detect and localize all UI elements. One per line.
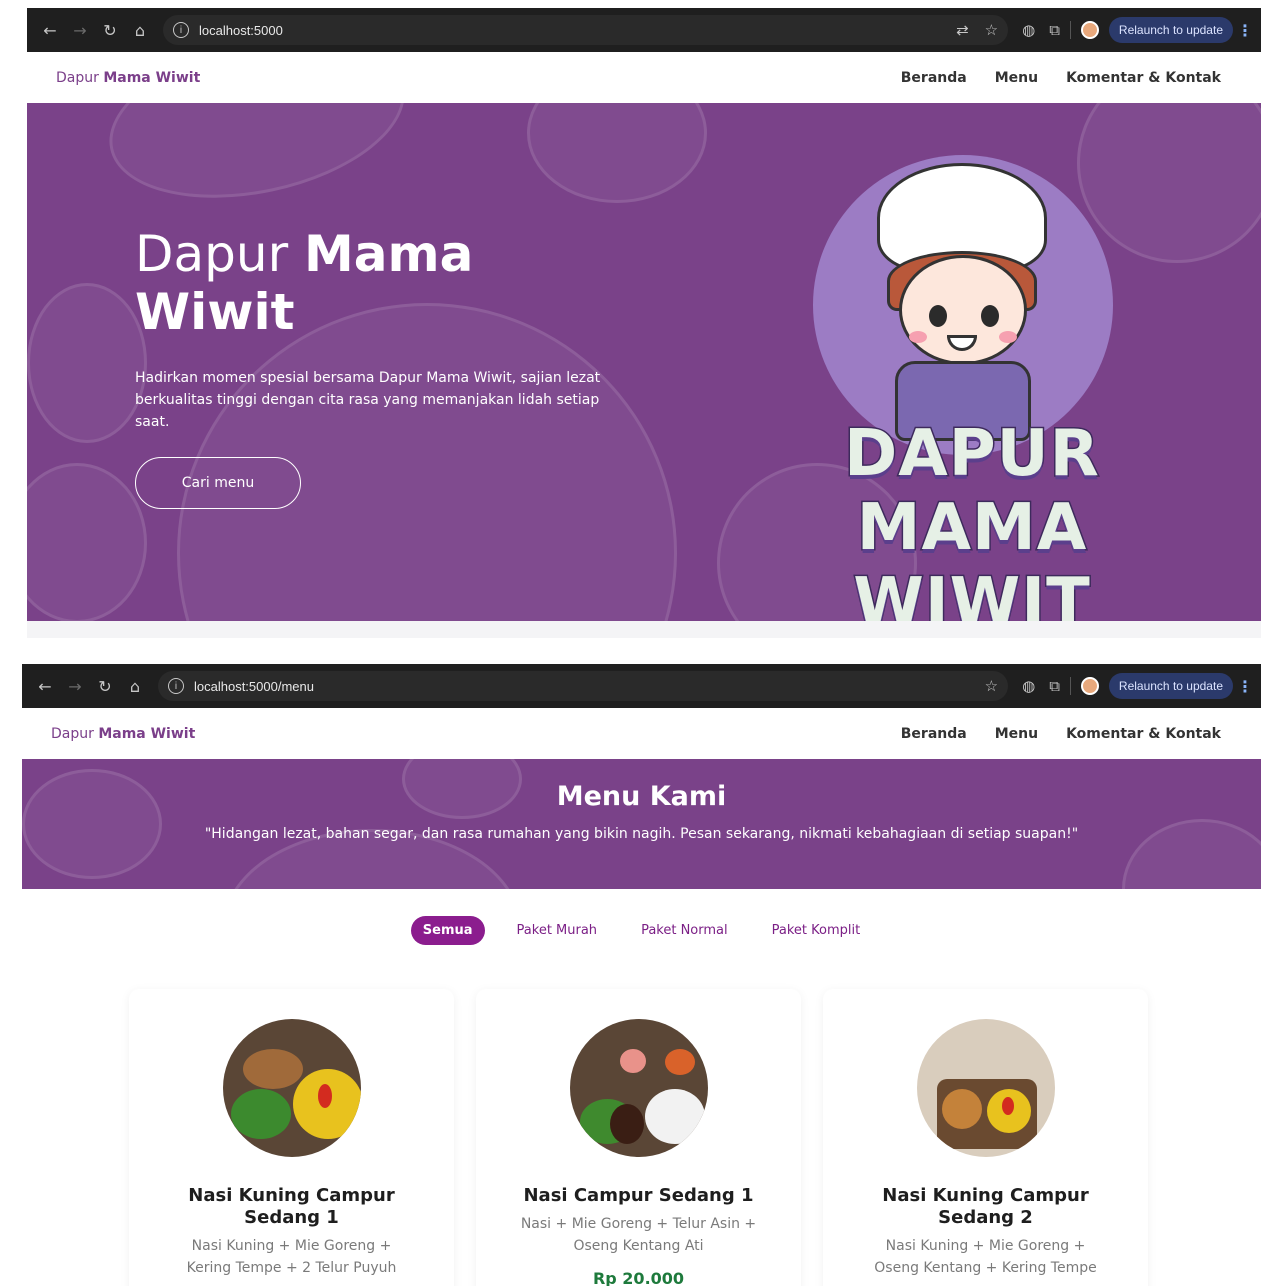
- profile-avatar[interactable]: [1080, 677, 1099, 695]
- bookmark-star-icon[interactable]: ☆: [985, 21, 998, 39]
- menu-item-photo: [222, 1019, 361, 1157]
- menu-item-name: Nasi Kuning Campur Sedang 1: [188, 1185, 395, 1228]
- home-icon[interactable]: ⌂: [125, 15, 155, 45]
- nav-link-kontak[interactable]: Komentar & Kontak: [1066, 70, 1221, 86]
- menu-kebab-icon[interactable]: ⋮: [1237, 677, 1253, 696]
- cari-menu-button[interactable]: Cari menu: [135, 457, 301, 509]
- nav-link-menu[interactable]: Menu: [995, 70, 1038, 86]
- menu-tagline: "Hidangan lezat, bahan segar, dan rasa r…: [204, 826, 1079, 842]
- menu-item-photo: [569, 1019, 708, 1157]
- menu-title: Menu Kami: [556, 781, 727, 812]
- url-text: localhost:5000/menu: [194, 678, 314, 694]
- menu-item-description: Nasi + Mie Goreng + Telur Asin + Oseng K…: [520, 1216, 757, 1254]
- brand-logo-text[interactable]: Dapur Mama Wiwit: [56, 70, 200, 86]
- nav-links: Beranda Menu Komentar & Kontak: [901, 726, 1221, 742]
- bg-food-doodle: [27, 463, 147, 621]
- menu-item-description: Nasi Kuning + Mie Goreng + Kering Tempe …: [186, 1238, 397, 1276]
- brand-bold: Mama Wiwit: [103, 69, 201, 86]
- globe-icon[interactable]: ◍: [1022, 21, 1035, 39]
- address-bar[interactable]: i localhost:5000 ⇄ ☆: [163, 15, 1009, 45]
- menu-card-grid: Nasi Kuning Campur Sedang 1 Nasi Kuning …: [129, 989, 1261, 1286]
- menu-screenshot: ← → ↻ ⌂ i localhost:5000/menu ☆ ◍ ⧉ Rela…: [22, 664, 1261, 1286]
- brand-prefix: Dapur: [56, 69, 99, 86]
- profile-avatar[interactable]: [1080, 21, 1099, 39]
- back-icon[interactable]: ←: [35, 15, 65, 45]
- category-filters: Semua Paket Murah Paket Normal Paket Kom…: [22, 916, 1261, 945]
- hero-section: Dapur Mama Wiwit Hadirkan momen spesial …: [27, 103, 1261, 621]
- bg-food-doodle: [527, 103, 707, 203]
- site-info-icon[interactable]: i: [168, 678, 184, 694]
- nav-link-beranda[interactable]: Beranda: [901, 70, 967, 86]
- nav-link-menu[interactable]: Menu: [995, 726, 1038, 742]
- brand-prefix: Dapur: [51, 725, 94, 742]
- extensions-icon[interactable]: ⧉: [1049, 677, 1060, 695]
- site-navbar: Dapur Mama Wiwit Beranda Menu Komentar &…: [27, 52, 1261, 103]
- hero-title-bold-1: Mama: [304, 225, 474, 283]
- menu-card[interactable]: Nasi Kuning Campur Sedang 2 Nasi Kuning …: [823, 989, 1148, 1286]
- menu-item-photo: [916, 1019, 1055, 1157]
- menu-card[interactable]: Nasi Kuning Campur Sedang 1 Nasi Kuning …: [129, 989, 454, 1286]
- menu-item-name: Nasi Kuning Campur Sedang 2: [882, 1185, 1089, 1228]
- site-info-icon[interactable]: i: [173, 22, 189, 38]
- toolbar-divider: [1069, 21, 1071, 39]
- hero-text: Dapur Mama Wiwit Hadirkan momen spesial …: [135, 225, 625, 509]
- chef-blush: [909, 331, 927, 343]
- menu-item-description: Nasi Kuning + Mie Goreng + Oseng Kentang…: [874, 1238, 1097, 1276]
- hero-description: Hadirkan momen spesial bersama Dapur Mam…: [135, 370, 601, 430]
- bg-food-doodle: [94, 103, 420, 223]
- forward-icon[interactable]: →: [60, 671, 90, 701]
- hero-title: Dapur Mama Wiwit: [135, 225, 625, 341]
- chef-eye: [981, 305, 999, 327]
- reload-icon[interactable]: ↻: [90, 671, 120, 701]
- bg-food-doodle: [27, 283, 147, 443]
- logo-text-line1: DAPUR: [843, 416, 1101, 493]
- home-screenshot: ← → ↻ ⌂ i localhost:5000 ⇄ ☆ ◍ ⧉ Relaunc…: [27, 8, 1261, 638]
- forward-icon[interactable]: →: [65, 15, 95, 45]
- menu-item-price: Rp 20.000: [592, 1269, 685, 1286]
- nav-link-beranda[interactable]: Beranda: [901, 726, 967, 742]
- url-text: localhost:5000: [199, 22, 283, 38]
- filter-paket-komplit[interactable]: Paket Komplit: [760, 916, 873, 945]
- chef-eye: [929, 305, 947, 327]
- bookmark-star-icon[interactable]: ☆: [985, 677, 998, 695]
- logo-text-line2: MAMA WIWIT: [852, 490, 1091, 622]
- browser-toolbar: ← → ↻ ⌂ i localhost:5000 ⇄ ☆ ◍ ⧉ Relaunc…: [27, 8, 1261, 52]
- back-icon[interactable]: ←: [30, 671, 60, 701]
- section-divider: [27, 621, 1261, 638]
- hero-title-bold-2: Wiwit: [135, 283, 295, 341]
- site-navbar: Dapur Mama Wiwit Beranda Menu Komentar &…: [22, 708, 1261, 759]
- filter-semua[interactable]: Semua: [410, 916, 485, 945]
- brand-bold: Mama Wiwit: [98, 725, 196, 742]
- browser-toolbar: ← → ↻ ⌂ i localhost:5000/menu ☆ ◍ ⧉ Rela…: [22, 664, 1261, 708]
- filter-paket-normal[interactable]: Paket Normal: [629, 916, 740, 945]
- nav-link-kontak[interactable]: Komentar & Kontak: [1066, 726, 1221, 742]
- hero-title-regular: Dapur: [135, 225, 289, 283]
- home-icon[interactable]: ⌂: [120, 671, 150, 701]
- menu-card[interactable]: Nasi Campur Sedang 1 Nasi + Mie Goreng +…: [476, 989, 801, 1286]
- menu-item-name: Nasi Campur Sedang 1: [523, 1185, 754, 1206]
- menu-header: Menu Kami "Hidangan lezat, bahan segar, …: [22, 759, 1261, 889]
- chef-blush: [999, 331, 1017, 343]
- relaunch-button[interactable]: Relaunch to update: [1108, 673, 1233, 699]
- brand-logo-text[interactable]: Dapur Mama Wiwit: [51, 726, 195, 742]
- toolbar-divider: [1069, 677, 1071, 695]
- reload-icon[interactable]: ↻: [95, 15, 125, 45]
- dapur-mama-wiwit-logo: DAPUR MAMA WIWIT: [787, 155, 1157, 621]
- menu-kebab-icon[interactable]: ⋮: [1237, 21, 1253, 40]
- nav-links: Beranda Menu Komentar & Kontak: [901, 70, 1221, 86]
- extensions-icon[interactable]: ⧉: [1049, 21, 1060, 39]
- relaunch-button[interactable]: Relaunch to update: [1108, 17, 1233, 43]
- globe-icon[interactable]: ◍: [1022, 677, 1035, 695]
- translate-icon[interactable]: ⇄: [956, 21, 969, 39]
- address-bar[interactable]: i localhost:5000/menu ☆: [158, 671, 1009, 701]
- filter-paket-murah[interactable]: Paket Murah: [505, 916, 610, 945]
